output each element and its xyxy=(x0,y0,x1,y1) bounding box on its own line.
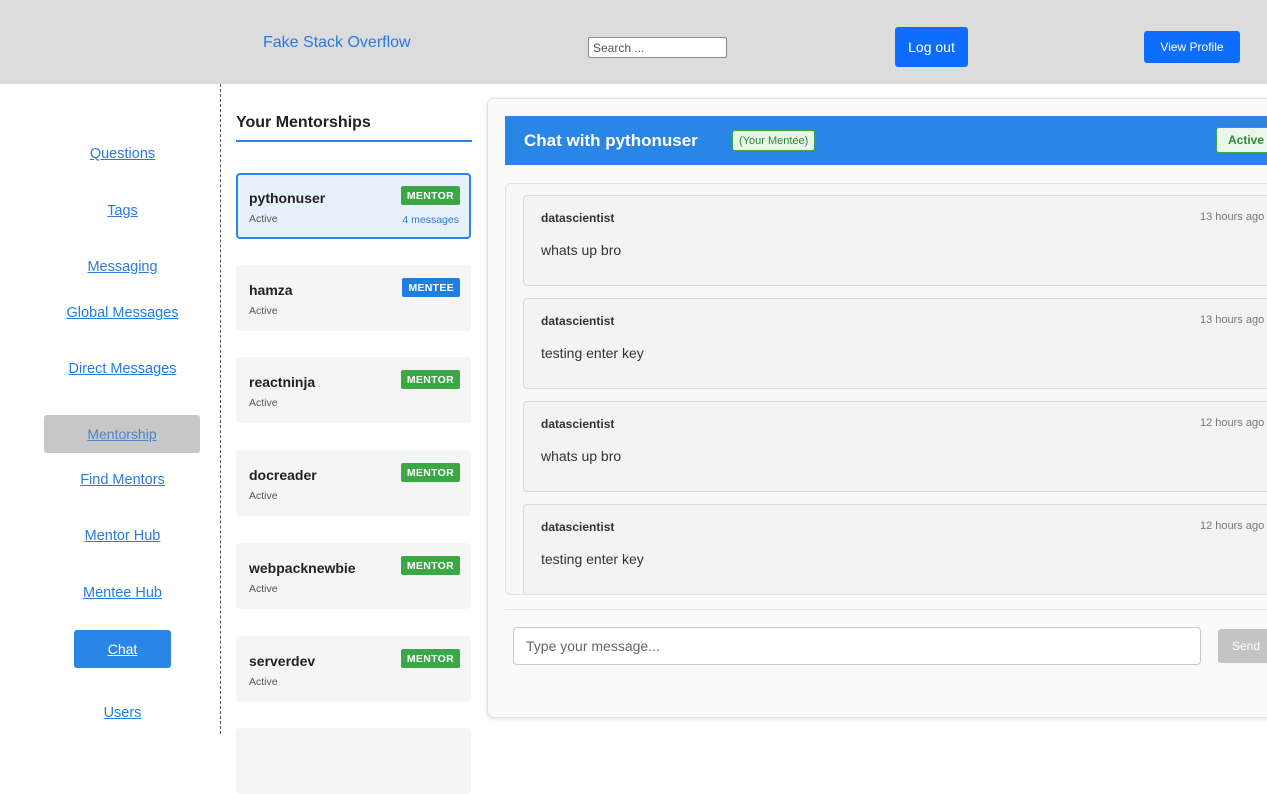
role-badge: MENTOR xyxy=(400,463,460,482)
send-button[interactable]: Send xyxy=(1218,629,1267,663)
sidebar-item-find-mentors[interactable]: Find Mentors xyxy=(0,472,245,488)
message-count: 4 messages xyxy=(402,214,459,226)
status-badge: Active xyxy=(1216,127,1267,153)
mentorship-card[interactable]: pythonuser Active MENTOR 4 messages xyxy=(236,173,471,239)
mentorship-name: docreader xyxy=(249,467,317,483)
chat-header: Chat with pythonuser (Your Mentee) Activ… xyxy=(505,116,1267,165)
chat-title: Chat with pythonuser xyxy=(524,131,698,150)
sidebar-item-chat[interactable]: Chat xyxy=(74,630,171,668)
role-badge: MENTOR xyxy=(400,186,460,205)
sidebar-item-mentee-hub[interactable]: Mentee Hub xyxy=(0,585,245,601)
mentorship-status: Active xyxy=(249,213,278,225)
sidebar-item-questions[interactable]: Questions xyxy=(0,146,245,162)
mentorship-name: webpacknewbie xyxy=(249,560,356,576)
message-time: 13 hours ago xyxy=(1200,314,1265,326)
mentorships-heading-rule xyxy=(236,140,472,142)
mentorship-status: Active xyxy=(249,583,278,595)
message-text: whats up bro xyxy=(541,242,622,258)
mentorship-status: Active xyxy=(249,490,278,502)
sidebar-item-direct-messages[interactable]: Direct Messages xyxy=(0,361,245,377)
composer-divider xyxy=(505,609,1267,610)
sidebar-item-global-messages[interactable]: Global Messages xyxy=(0,305,245,321)
message-time: 12 hours ago xyxy=(1200,417,1265,429)
sidebar-nav: Questions Tags Messaging Global Messages… xyxy=(0,84,221,734)
message-text: testing enter key xyxy=(541,551,644,567)
message-list[interactable]: datascientist 13 hours ago whats up bro … xyxy=(505,183,1267,595)
relation-badge: (Your Mentee) xyxy=(732,130,816,151)
mentorship-name: hamza xyxy=(249,282,293,298)
role-badge: MENTEE xyxy=(402,278,460,297)
mentorship-card[interactable] xyxy=(236,728,471,794)
role-badge: MENTOR xyxy=(400,649,460,668)
mentorship-status: Active xyxy=(249,305,278,317)
message-item: datascientist 13 hours ago whats up bro xyxy=(523,195,1267,286)
message-text: testing enter key xyxy=(541,345,644,361)
message-sender: datascientist xyxy=(541,314,615,328)
site-title[interactable]: Fake Stack Overflow xyxy=(263,34,411,52)
mentorship-name: reactninja xyxy=(249,374,316,390)
message-time: 12 hours ago xyxy=(1200,520,1265,532)
message-item: datascientist 12 hours ago whats up bro xyxy=(523,401,1267,492)
sidebar-item-mentorship[interactable]: Mentorship xyxy=(44,415,200,453)
mentorship-status: Active xyxy=(249,397,278,409)
sidebar-item-messaging[interactable]: Messaging xyxy=(0,259,245,275)
top-header: Fake Stack Overflow Log out View Profile xyxy=(0,0,1267,84)
message-item: datascientist 12 hours ago testing enter… xyxy=(523,504,1267,594)
sidebar-item-tags[interactable]: Tags xyxy=(0,203,245,219)
search-input[interactable] xyxy=(588,37,727,58)
role-badge: MENTOR xyxy=(400,556,460,575)
message-text: whats up bro xyxy=(541,448,622,464)
mentorship-card[interactable]: webpacknewbie Active MENTOR xyxy=(236,543,471,609)
mentorship-card[interactable]: docreader Active MENTOR xyxy=(236,450,471,516)
mentorship-name: pythonuser xyxy=(249,190,326,206)
message-time: 13 hours ago xyxy=(1200,211,1265,223)
message-sender: datascientist xyxy=(541,520,615,534)
role-badge: MENTOR xyxy=(400,370,460,389)
view-profile-button[interactable]: View Profile xyxy=(1144,31,1240,63)
message-sender: datascientist xyxy=(541,417,615,431)
sidebar-item-users[interactable]: Users xyxy=(0,705,245,721)
message-input[interactable] xyxy=(513,627,1201,665)
sidebar-item-mentor-hub[interactable]: Mentor Hub xyxy=(0,528,245,544)
message-sender: datascientist xyxy=(541,211,615,225)
mentorships-heading: Your Mentorships xyxy=(236,114,371,131)
mentorship-card[interactable]: reactninja Active MENTOR xyxy=(236,357,471,423)
logout-button[interactable]: Log out xyxy=(895,27,968,67)
chat-panel: Chat with pythonuser (Your Mentee) Activ… xyxy=(487,98,1267,718)
message-item: datascientist 13 hours ago testing enter… xyxy=(523,298,1267,389)
mentorship-status: Active xyxy=(249,676,278,688)
mentorship-name: serverdev xyxy=(249,653,316,669)
mentorship-card[interactable]: hamza Active MENTEE xyxy=(236,265,471,331)
mentorship-card[interactable]: serverdev Active MENTOR xyxy=(236,636,471,702)
